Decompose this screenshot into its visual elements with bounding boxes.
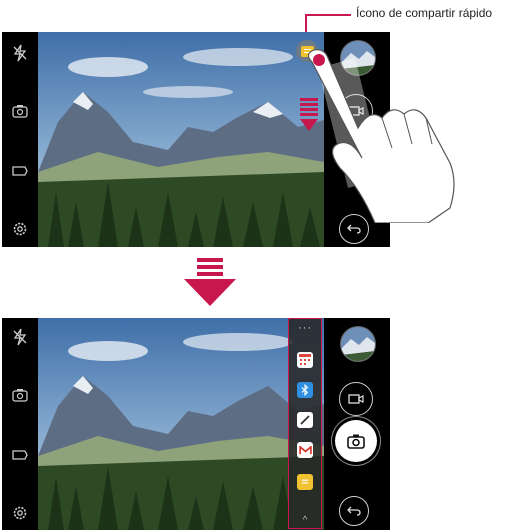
settings-icon[interactable] xyxy=(9,218,31,240)
left-toolbar xyxy=(2,318,38,530)
left-toolbar xyxy=(2,32,38,247)
mode-icon[interactable] xyxy=(9,444,31,466)
switch-camera-icon[interactable] xyxy=(9,100,31,122)
callout-label: Ícono de compartir rápido xyxy=(356,6,493,20)
right-controls xyxy=(324,318,390,530)
callout-leader-horizontal xyxy=(305,14,351,16)
mode-icon[interactable] xyxy=(9,160,31,182)
viewfinder-photo xyxy=(38,32,324,247)
shutter-button[interactable] xyxy=(335,420,377,462)
quick-share-highlight-box xyxy=(288,318,322,529)
flash-off-icon[interactable] xyxy=(9,42,31,64)
video-record-button[interactable] xyxy=(339,382,373,416)
back-button[interactable] xyxy=(339,496,369,526)
camera-screen-after: ··· ^ xyxy=(2,318,390,530)
flash-off-icon[interactable] xyxy=(9,326,31,348)
viewfinder-photo xyxy=(38,318,324,530)
hand-swipe-illustration xyxy=(307,49,455,223)
switch-camera-icon[interactable] xyxy=(9,384,31,406)
transition-arrow xyxy=(184,258,236,306)
settings-icon[interactable] xyxy=(9,502,31,524)
gallery-thumbnail[interactable] xyxy=(340,326,376,362)
